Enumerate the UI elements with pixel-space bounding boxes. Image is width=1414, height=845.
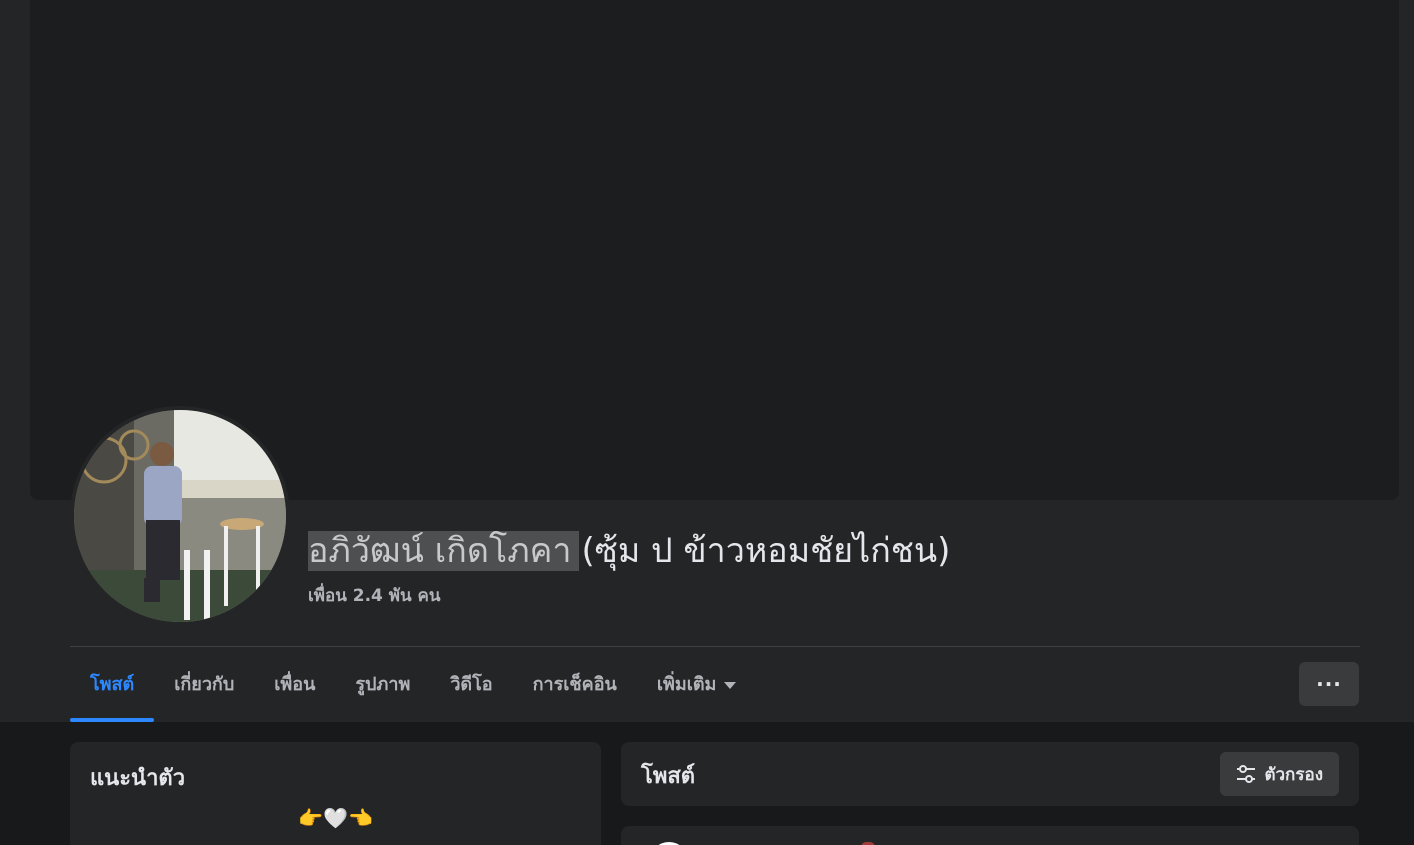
more-options-button[interactable]: ··· [1299, 662, 1359, 706]
filter-sliders-icon [1237, 765, 1256, 783]
profile-header: อภิวัฒน์ เกิดโภคา (ซุ้ม ป ข้าวหอมชัยไก่ชน… [0, 0, 1414, 722]
tab-photos[interactable]: รูปภาพ [335, 650, 430, 720]
profile-name: อภิวัฒน์ เกิดโภคา [308, 531, 580, 571]
posts-header-card: โพสต์ ตัวกรอง [621, 742, 1359, 806]
intro-bio: 👉🤍👈 [298, 806, 373, 830]
profile-page: อภิวัฒน์ เกิดโภคา (ซุ้ม ป ข้าวหอมชัยไก่ชน… [0, 0, 1414, 845]
profile-nickname: (ซุ้ม ป ข้าวหอมชัยไก่ชน) [581, 531, 951, 571]
tab-posts[interactable]: โพสต์ [70, 650, 155, 722]
tab-videos[interactable]: วิดีโอ [430, 650, 512, 720]
tab-label: รูปภาพ [355, 674, 411, 695]
profile-picture[interactable] [70, 406, 290, 626]
profile-photo-image [74, 410, 286, 622]
posts-title: โพสต์ [641, 764, 696, 789]
filter-button[interactable]: ตัวกรอง [1220, 752, 1339, 796]
tab-checkins[interactable]: การเช็คอิน [513, 650, 637, 720]
profile-name-line: อภิวัฒน์ เกิดโภคา (ซุ้ม ป ข้าวหอมชัยไก่ชน… [308, 524, 950, 578]
tab-about[interactable]: เกี่ยวกับ [154, 650, 254, 720]
tab-label: เพิ่มเติม [656, 674, 717, 695]
filter-label: ตัวกรอง [1264, 764, 1323, 785]
tab-friends[interactable]: เพื่อน [254, 650, 335, 720]
header-divider [70, 646, 1360, 647]
tab-label: เพื่อน [274, 674, 316, 695]
caret-down-icon [724, 681, 737, 689]
intro-title: แนะนำตัว [90, 766, 186, 791]
tab-label: โพสต์ [90, 674, 135, 695]
tab-label: การเช็คอิน [532, 674, 617, 695]
tab-label: วิดีโอ [450, 674, 493, 695]
profile-tabs: โพสต์ เกี่ยวกับ เพื่อน รูปภาพ วิดีโอ การ… [70, 650, 756, 722]
tab-more[interactable]: เพิ่มเติม [637, 650, 757, 720]
friends-count-link[interactable]: เพื่อน 2.4 พัน คน [308, 582, 441, 609]
tab-label: เกี่ยวกับ [174, 674, 235, 695]
post-card [621, 826, 1359, 845]
